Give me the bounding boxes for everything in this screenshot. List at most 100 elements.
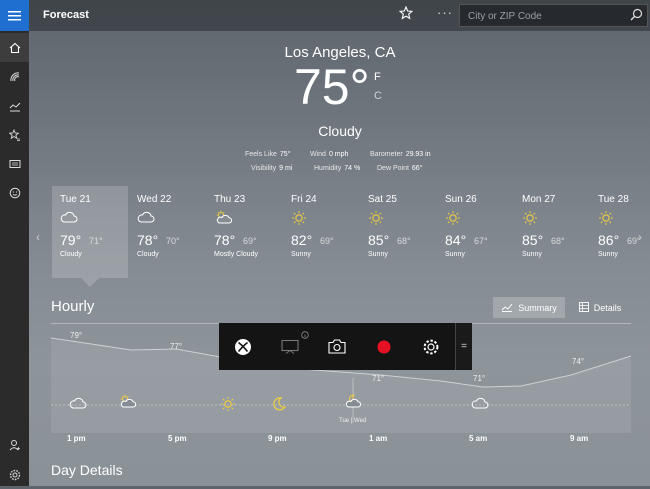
forecast-low: 67°: [474, 236, 488, 246]
drag-handle-icon[interactable]: =: [455, 323, 472, 370]
forecast-low: 69°: [243, 236, 257, 246]
forecast-prev-chevron-icon[interactable]: ‹: [36, 230, 40, 244]
details-label: Details: [593, 302, 622, 313]
forecast-low: 68°: [551, 236, 565, 246]
feedback-smiley-icon[interactable]: [0, 178, 29, 207]
more-options-icon[interactable]: ···: [437, 5, 453, 20]
stat-barometer: Barometer 29.93 in: [370, 151, 431, 158]
current-condition: Cloudy: [318, 123, 362, 139]
partly-cloudy-night-icon: [345, 394, 363, 413]
hour-label: 9 pm: [268, 434, 287, 443]
info-icon[interactable]: [301, 326, 309, 344]
cloud-icon: [69, 396, 87, 414]
forecast-day-label: Sat 25: [368, 194, 397, 205]
forecast-high: 85°: [368, 232, 390, 248]
forecast-day-card[interactable]: Tue 28 86° 69° Sunny: [590, 186, 641, 278]
favorite-star-icon[interactable]: [398, 5, 414, 25]
partly-cloudy-icon: [214, 210, 233, 229]
hourly-temp-label: 71°: [372, 374, 385, 383]
details-grid-icon: [578, 301, 589, 314]
record-button-icon[interactable]: [360, 323, 407, 370]
search-box: [459, 4, 648, 27]
search-icon[interactable]: [630, 8, 643, 26]
settings-icon[interactable]: [0, 460, 29, 489]
forecast-low: 69°: [320, 236, 334, 246]
news-icon[interactable]: [0, 149, 29, 178]
forecast-condition: Sunny: [522, 251, 542, 258]
gear-icon[interactable]: [407, 323, 454, 370]
screenshot-camera-icon[interactable]: [313, 323, 360, 370]
forecast-condition: Mostly Cloudy: [214, 251, 258, 258]
sun-icon: [445, 210, 461, 231]
day-details-heading: Day Details: [51, 462, 123, 478]
historical-weather-icon[interactable]: [0, 91, 29, 120]
forecast-high: 82°: [291, 232, 313, 248]
forecast-high: 78°: [137, 232, 159, 248]
stat-feels-like: Feels Like 75°: [245, 151, 291, 158]
stat-visibility: Visibility 9 mi: [251, 165, 293, 172]
forecast-day-card[interactable]: Sun 26 84° 67° Sunny: [437, 186, 513, 278]
cloud-icon: [471, 396, 489, 414]
sidebar: [0, 0, 29, 486]
fahrenheit-toggle[interactable]: F: [374, 71, 381, 83]
summary-button[interactable]: Summary: [493, 297, 565, 318]
forecast-low: 68°: [397, 236, 411, 246]
forecast-day-card[interactable]: Fri 24 82° 69° Sunny: [283, 186, 359, 278]
forecast-day-card[interactable]: Mon 27 85° 68° Sunny: [514, 186, 590, 278]
search-input[interactable]: [466, 8, 620, 24]
account-icon[interactable]: [0, 430, 29, 459]
cloud-icon: [60, 210, 78, 228]
hourly-temp-label: 74°: [572, 357, 585, 366]
forecast-condition: Sunny: [598, 251, 618, 258]
cloud-icon: [137, 210, 155, 228]
hourly-temp-label: 79°: [70, 331, 83, 340]
maps-icon[interactable]: [0, 62, 29, 91]
game-bar-overlay: [219, 323, 455, 370]
forecast-day-card[interactable]: Wed 22 78° 70° Cloudy: [129, 186, 205, 278]
xbox-icon[interactable]: [219, 323, 266, 370]
forecast-next-chevron-icon[interactable]: ›: [638, 230, 642, 244]
forecast-high: 78°: [214, 232, 236, 248]
forecast-day-label: Tue 28: [598, 194, 629, 205]
forecast-condition: Cloudy: [137, 251, 159, 258]
hourly-temp-label: 71°: [473, 374, 486, 383]
details-button[interactable]: Details: [570, 297, 630, 318]
hour-label: 9 am: [570, 434, 589, 443]
title-bar: Forecast ···: [29, 0, 650, 31]
selected-day-pointer: [81, 278, 99, 287]
sun-icon: [368, 210, 384, 231]
app-title: Forecast: [43, 9, 89, 21]
forecast-low: 71°: [89, 236, 103, 246]
forecast-condition: Sunny: [291, 251, 311, 258]
stat-humidity: Humidity 74 %: [314, 165, 361, 172]
forecast-day-card[interactable]: Thu 23 78° 69° Mostly Cloudy: [206, 186, 282, 278]
home-icon[interactable]: [0, 33, 29, 62]
stat-wind: Wind 0 mph: [310, 151, 349, 158]
forecast-day-card[interactable]: Tue 21 79° 71° Cloudy: [52, 186, 128, 278]
forecast-condition: Sunny: [445, 251, 465, 258]
forecast-high: 79°: [60, 232, 82, 248]
sun-icon: [598, 210, 614, 231]
hour-label: 5 am: [469, 434, 488, 443]
sun-icon: [522, 210, 538, 231]
forecast-high: 86°: [598, 232, 620, 248]
day-change-label: Tue | Wed: [339, 418, 367, 424]
degree-symbol: °: [349, 59, 370, 115]
forecast-high: 84°: [445, 232, 467, 248]
hamburger-menu-icon[interactable]: [0, 0, 29, 31]
partly-cloudy-icon: [118, 394, 137, 413]
summary-label: Summary: [518, 302, 557, 313]
sun-icon: [291, 210, 307, 231]
forecast-condition: Cloudy: [60, 251, 82, 258]
hourly-heading: Hourly: [51, 298, 95, 315]
favorites-list-icon[interactable]: [0, 120, 29, 149]
forecast-day-label: Mon 27: [522, 194, 556, 205]
forecast-day-label: Tue 21: [60, 194, 91, 205]
celsius-toggle[interactable]: C: [374, 90, 382, 102]
hourly-temp-label: 77°: [170, 342, 183, 351]
temperature-value: 75: [294, 59, 350, 115]
forecast-day-card[interactable]: Sat 25 85° 68° Sunny: [360, 186, 436, 278]
forecast-condition: Sunny: [368, 251, 388, 258]
forecast-high: 85°: [522, 232, 544, 248]
moon-icon: [271, 396, 287, 417]
